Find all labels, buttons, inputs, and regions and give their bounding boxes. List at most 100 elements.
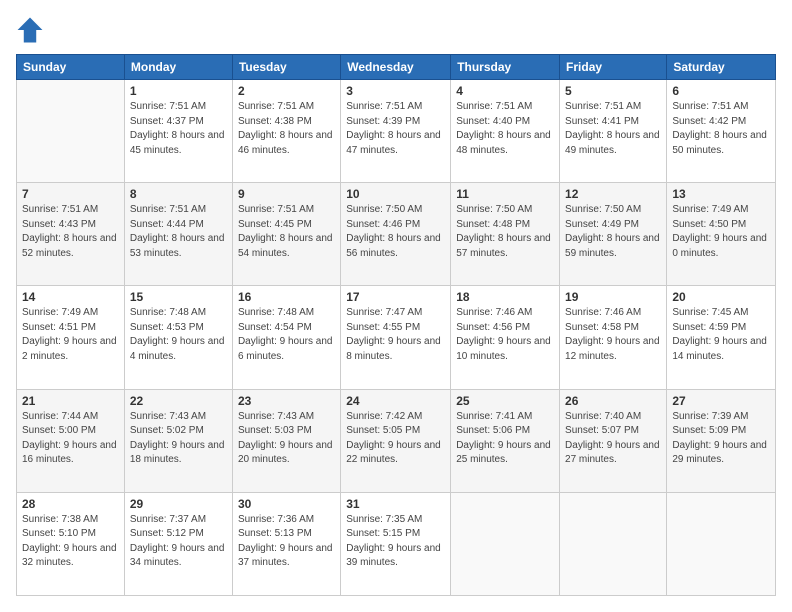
- logo-icon: [16, 16, 44, 44]
- day-number: 1: [130, 84, 227, 98]
- day-info: Sunrise: 7:51 AMSunset: 4:41 PMDaylight:…: [565, 100, 661, 158]
- day-info: Sunrise: 7:51 AMSunset: 4:45 PMDaylight:…: [238, 203, 335, 261]
- day-number: 16: [238, 290, 335, 304]
- day-cell: 30 Sunrise: 7:36 AMSunset: 5:13 PMDayligh…: [232, 492, 340, 595]
- day-number: 18: [456, 290, 554, 304]
- day-cell: 15Sunrise: 7:48 AMSunset: 4:53 PMDayligh…: [124, 286, 232, 389]
- day-info: Sunrise: 7:51 AMSunset: 4:37 PMDaylight:…: [130, 100, 227, 158]
- header-cell-tuesday: Tuesday: [232, 55, 340, 80]
- day-info: Sunrise: 7:36 AMSunset: 5:13 PMDaylight:…: [238, 513, 335, 571]
- day-number: 8: [130, 187, 227, 201]
- day-cell: [17, 80, 125, 183]
- day-number: 12: [565, 187, 661, 201]
- day-cell: 24 Sunrise: 7:42 AMSunset: 5:05 PMDayligh…: [341, 389, 451, 492]
- day-cell: 23Sunrise: 7:43 AMSunset: 5:03 PMDayligh…: [232, 389, 340, 492]
- header-cell-sunday: Sunday: [17, 55, 125, 80]
- week-row-4: 21 Sunrise: 7:44 AMSunset: 5:00 PMDayligh…: [17, 389, 776, 492]
- day-info: Sunrise: 7:51 AMSunset: 4:43 PMDaylight:…: [22, 203, 119, 261]
- day-info: Sunrise: 7:49 AMSunset: 4:50 PMDaylight:…: [672, 203, 770, 261]
- day-cell: 20 Sunrise: 7:45 AMSunset: 4:59 PMDayligh…: [667, 286, 776, 389]
- day-info: Sunrise: 7:51 AMSunset: 4:39 PMDaylight:…: [346, 100, 445, 158]
- day-number: 28: [22, 497, 119, 511]
- day-cell: 7 Sunrise: 7:51 AMSunset: 4:43 PMDaylight…: [17, 183, 125, 286]
- day-cell: 18 Sunrise: 7:46 AMSunset: 4:56 PMDayligh…: [451, 286, 560, 389]
- day-info: Sunrise: 7:37 AMSunset: 5:12 PMDaylight:…: [130, 513, 227, 571]
- day-number: 30: [238, 497, 335, 511]
- day-info: Sunrise: 7:41 AMSunset: 5:06 PMDaylight:…: [456, 410, 554, 468]
- day-number: 21: [22, 394, 119, 408]
- day-number: 29: [130, 497, 227, 511]
- day-number: 11: [456, 187, 554, 201]
- day-cell: 22Sunrise: 7:43 AMSunset: 5:02 PMDayligh…: [124, 389, 232, 492]
- day-cell: 10 Sunrise: 7:50 AMSunset: 4:46 PMDayligh…: [341, 183, 451, 286]
- header-cell-monday: Monday: [124, 55, 232, 80]
- day-number: 3: [346, 84, 445, 98]
- week-row-5: 28Sunrise: 7:38 AMSunset: 5:10 PMDayligh…: [17, 492, 776, 595]
- day-number: 27: [672, 394, 770, 408]
- header-cell-saturday: Saturday: [667, 55, 776, 80]
- day-cell: 29 Sunrise: 7:37 AMSunset: 5:12 PMDayligh…: [124, 492, 232, 595]
- calendar-table: SundayMondayTuesdayWednesdayThursdayFrid…: [16, 54, 776, 596]
- day-cell: 17 Sunrise: 7:47 AMSunset: 4:55 PMDayligh…: [341, 286, 451, 389]
- day-cell: [667, 492, 776, 595]
- day-cell: 8 Sunrise: 7:51 AMSunset: 4:44 PMDaylight…: [124, 183, 232, 286]
- day-info: Sunrise: 7:50 AMSunset: 4:46 PMDaylight:…: [346, 203, 445, 261]
- day-info: Sunrise: 7:49 AMSunset: 4:51 PMDaylight:…: [22, 306, 119, 364]
- day-cell: 3 Sunrise: 7:51 AMSunset: 4:39 PMDaylight…: [341, 80, 451, 183]
- header-row: SundayMondayTuesdayWednesdayThursdayFrid…: [17, 55, 776, 80]
- day-info: Sunrise: 7:42 AMSunset: 5:05 PMDaylight:…: [346, 410, 445, 468]
- day-info: Sunrise: 7:39 AMSunset: 5:09 PMDaylight:…: [672, 410, 770, 468]
- day-number: 4: [456, 84, 554, 98]
- day-cell: 21 Sunrise: 7:44 AMSunset: 5:00 PMDayligh…: [17, 389, 125, 492]
- week-row-1: 1 Sunrise: 7:51 AMSunset: 4:37 PMDaylight…: [17, 80, 776, 183]
- day-number: 14: [22, 290, 119, 304]
- header: [16, 16, 776, 44]
- day-number: 22: [130, 394, 227, 408]
- day-info: Sunrise: 7:47 AMSunset: 4:55 PMDaylight:…: [346, 306, 445, 364]
- day-cell: 13 Sunrise: 7:49 AMSunset: 4:50 PMDayligh…: [667, 183, 776, 286]
- day-number: 31: [346, 497, 445, 511]
- day-cell: 2Sunrise: 7:51 AMSunset: 4:38 PMDaylight…: [232, 80, 340, 183]
- day-number: 10: [346, 187, 445, 201]
- day-cell: 4 Sunrise: 7:51 AMSunset: 4:40 PMDaylight…: [451, 80, 560, 183]
- logo: [16, 16, 48, 44]
- day-cell: 25 Sunrise: 7:41 AMSunset: 5:06 PMDayligh…: [451, 389, 560, 492]
- day-info: Sunrise: 7:46 AMSunset: 4:58 PMDaylight:…: [565, 306, 661, 364]
- day-cell: 1 Sunrise: 7:51 AMSunset: 4:37 PMDaylight…: [124, 80, 232, 183]
- day-info: Sunrise: 7:51 AMSunset: 4:44 PMDaylight:…: [130, 203, 227, 261]
- day-info: Sunrise: 7:51 AMSunset: 4:42 PMDaylight:…: [672, 100, 770, 158]
- week-row-3: 14 Sunrise: 7:49 AMSunset: 4:51 PMDayligh…: [17, 286, 776, 389]
- day-cell: 19 Sunrise: 7:46 AMSunset: 4:58 PMDayligh…: [560, 286, 667, 389]
- day-info: Sunrise: 7:46 AMSunset: 4:56 PMDaylight:…: [456, 306, 554, 364]
- day-info: Sunrise: 7:44 AMSunset: 5:00 PMDaylight:…: [22, 410, 119, 468]
- header-cell-wednesday: Wednesday: [341, 55, 451, 80]
- day-cell: 12Sunrise: 7:50 AMSunset: 4:49 PMDayligh…: [560, 183, 667, 286]
- day-cell: [451, 492, 560, 595]
- day-number: 5: [565, 84, 661, 98]
- day-number: 17: [346, 290, 445, 304]
- day-cell: [560, 492, 667, 595]
- day-number: 23: [238, 394, 335, 408]
- day-number: 25: [456, 394, 554, 408]
- page: SundayMondayTuesdayWednesdayThursdayFrid…: [0, 0, 792, 612]
- day-number: 26: [565, 394, 661, 408]
- day-info: Sunrise: 7:35 AMSunset: 5:15 PMDaylight:…: [346, 513, 445, 571]
- day-info: Sunrise: 7:45 AMSunset: 4:59 PMDaylight:…: [672, 306, 770, 364]
- day-number: 24: [346, 394, 445, 408]
- day-info: Sunrise: 7:48 AMSunset: 4:53 PMDaylight:…: [130, 306, 227, 364]
- day-info: Sunrise: 7:48 AMSunset: 4:54 PMDaylight:…: [238, 306, 335, 364]
- day-number: 9: [238, 187, 335, 201]
- day-cell: 27 Sunrise: 7:39 AMSunset: 5:09 PMDayligh…: [667, 389, 776, 492]
- day-number: 2: [238, 84, 335, 98]
- day-number: 20: [672, 290, 770, 304]
- day-number: 19: [565, 290, 661, 304]
- week-row-2: 7 Sunrise: 7:51 AMSunset: 4:43 PMDaylight…: [17, 183, 776, 286]
- header-cell-friday: Friday: [560, 55, 667, 80]
- day-cell: 28Sunrise: 7:38 AMSunset: 5:10 PMDayligh…: [17, 492, 125, 595]
- day-number: 13: [672, 187, 770, 201]
- day-info: Sunrise: 7:40 AMSunset: 5:07 PMDaylight:…: [565, 410, 661, 468]
- day-info: Sunrise: 7:51 AMSunset: 4:40 PMDaylight:…: [456, 100, 554, 158]
- day-cell: 11Sunrise: 7:50 AMSunset: 4:48 PMDayligh…: [451, 183, 560, 286]
- day-cell: 5 Sunrise: 7:51 AMSunset: 4:41 PMDaylight…: [560, 80, 667, 183]
- day-number: 7: [22, 187, 119, 201]
